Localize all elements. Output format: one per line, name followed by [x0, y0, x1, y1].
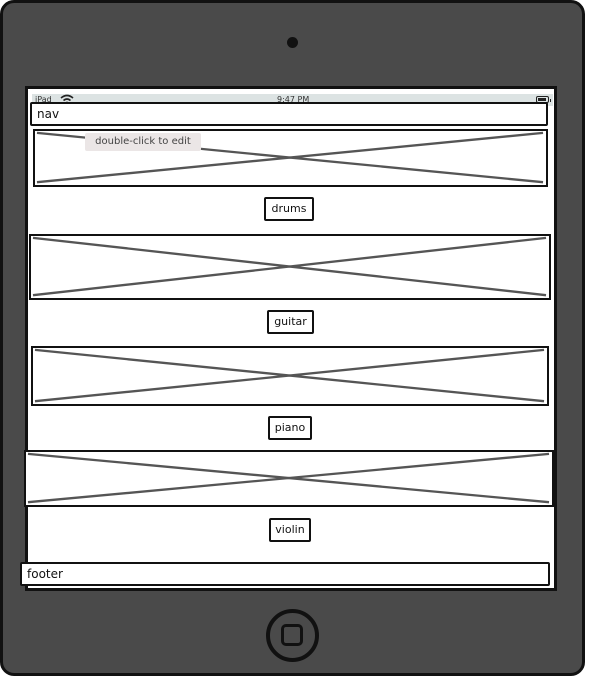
drums-button[interactable]: drums	[264, 197, 314, 221]
image-placeholder-3	[31, 346, 549, 406]
piano-button[interactable]: piano	[268, 416, 312, 440]
guitar-button[interactable]: guitar	[267, 310, 314, 334]
image-placeholder-icon	[34, 348, 545, 403]
footer-bar[interactable]: footer	[20, 562, 550, 586]
edit-tooltip: double-click to edit	[85, 133, 201, 151]
home-square-icon	[281, 624, 303, 646]
violin-button[interactable]: violin	[269, 518, 311, 542]
image-placeholder-icon	[32, 236, 547, 297]
nav-bar[interactable]: nav	[30, 102, 548, 126]
image-placeholder-2	[29, 234, 551, 300]
camera-icon	[287, 37, 298, 48]
image-placeholder-4	[24, 450, 554, 507]
image-placeholder-icon	[27, 452, 550, 504]
